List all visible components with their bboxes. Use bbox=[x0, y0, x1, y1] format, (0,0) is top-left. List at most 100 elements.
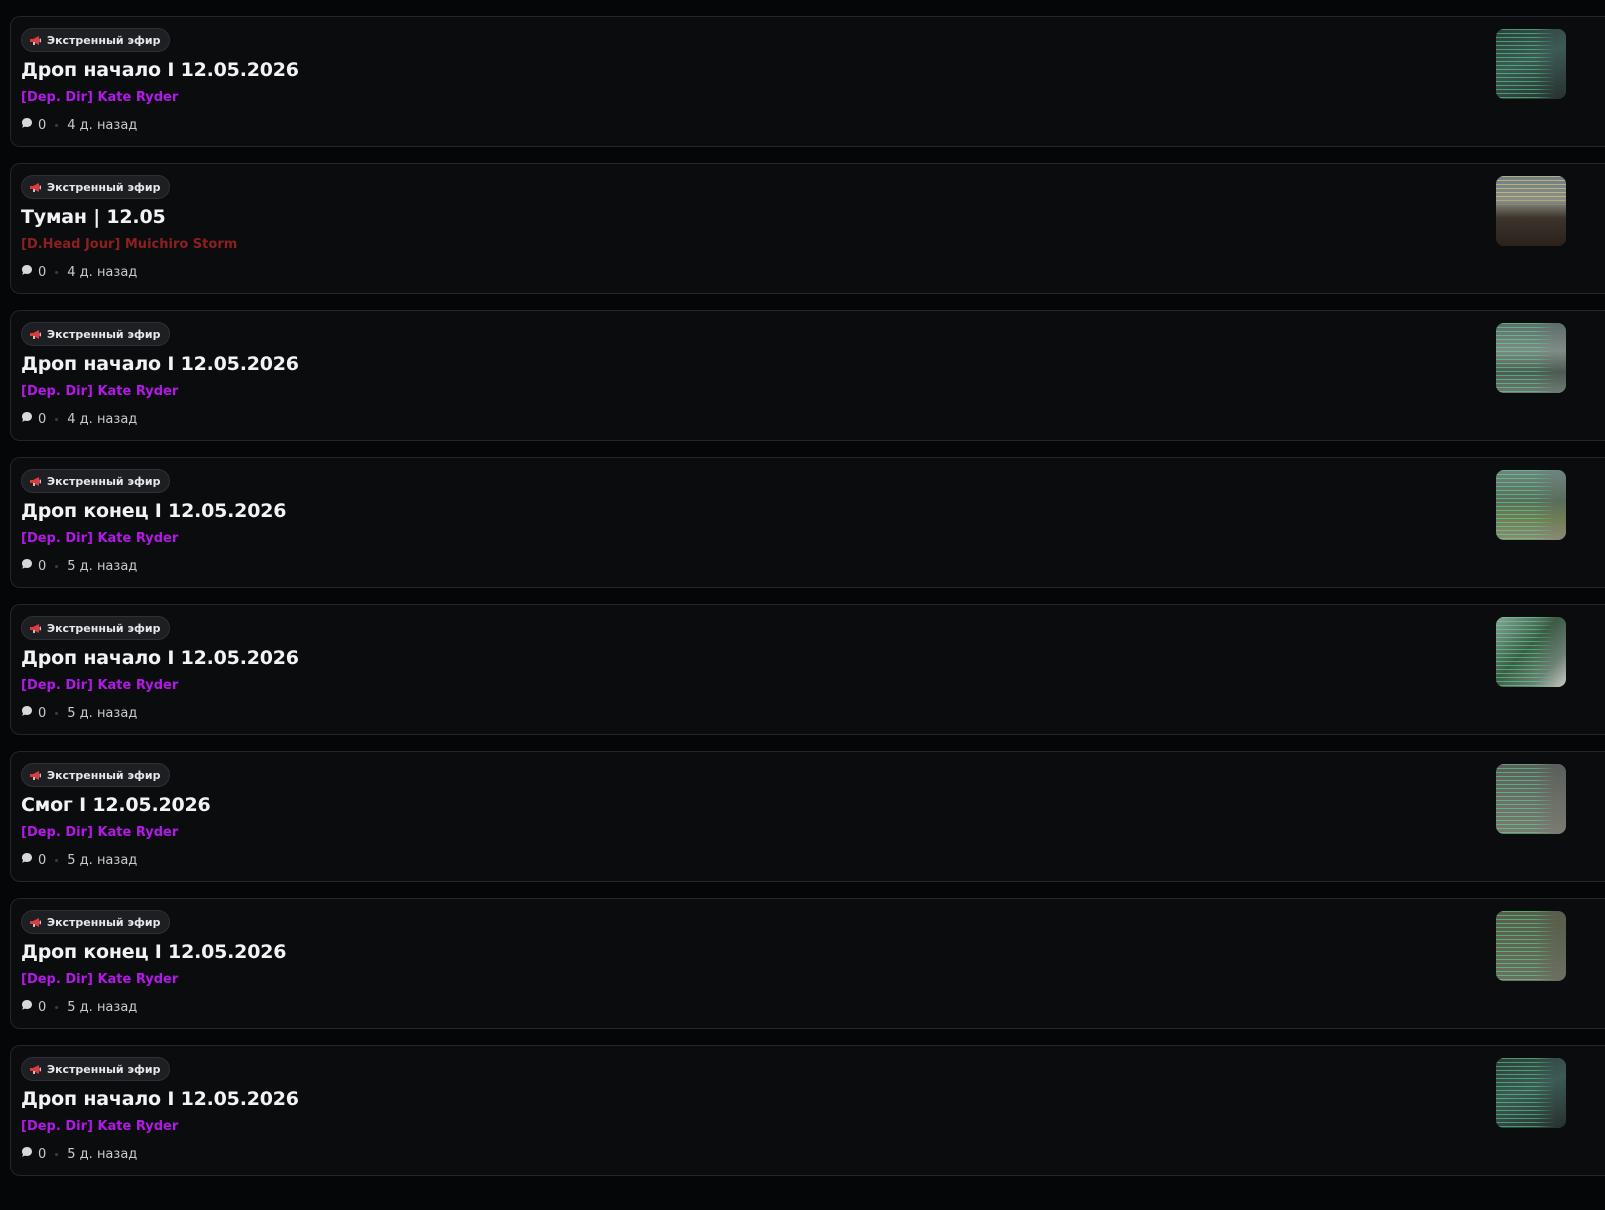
badge-label: Экстренный эфир bbox=[47, 33, 161, 47]
category-badge: Экстренный эфир bbox=[21, 175, 171, 199]
thumbnail-chat-overlay bbox=[1496, 764, 1566, 834]
post-meta: 0 4 д. назад bbox=[21, 264, 137, 280]
thumbnail-chat-overlay bbox=[1496, 911, 1566, 981]
post-meta: 0 5 д. назад bbox=[21, 1146, 137, 1162]
comment-bubble-icon bbox=[21, 558, 33, 574]
post-thumbnail[interactable] bbox=[1496, 176, 1566, 246]
post-card[interactable]: Экстренный эфир Смог I 12.05.2026 [Dep. … bbox=[10, 751, 1605, 882]
post-card[interactable]: Экстренный эфир Дроп начало I 12.05.2026… bbox=[10, 1045, 1605, 1176]
post-thumbnail[interactable] bbox=[1496, 29, 1566, 99]
comment-bubble-icon bbox=[21, 264, 33, 280]
comment-bubble-icon bbox=[21, 999, 33, 1015]
comment-bubble-icon bbox=[21, 1146, 33, 1162]
category-badge: Экстренный эфир bbox=[21, 910, 171, 934]
post-meta: 0 4 д. назад bbox=[21, 117, 137, 133]
megaphone-icon bbox=[29, 329, 42, 340]
category-badge: Экстренный эфир bbox=[21, 1057, 171, 1081]
megaphone-icon bbox=[29, 917, 42, 928]
post-author[interactable]: [Dep. Dir] Kate Ryder bbox=[21, 384, 178, 399]
megaphone-icon bbox=[29, 623, 42, 634]
thumbnail-chat-overlay bbox=[1496, 323, 1566, 393]
post-meta: 0 5 д. назад bbox=[21, 999, 137, 1015]
post-meta: 0 5 д. назад bbox=[21, 705, 137, 721]
comment-count: 0 bbox=[38, 1146, 47, 1162]
badge-label: Экстренный эфир bbox=[47, 1062, 161, 1076]
post-thumbnail[interactable] bbox=[1496, 617, 1566, 687]
category-badge: Экстренный эфир bbox=[21, 322, 171, 346]
post-time: 4 д. назад bbox=[67, 411, 138, 427]
post-title[interactable]: Дроп начало I 12.05.2026 bbox=[21, 353, 299, 375]
post-time: 5 д. назад bbox=[67, 558, 138, 574]
badge-label: Экстренный эфир bbox=[47, 327, 161, 341]
post-title[interactable]: Дроп начало I 12.05.2026 bbox=[21, 59, 299, 81]
meta-separator bbox=[55, 858, 59, 862]
post-title[interactable]: Дроп начало I 12.05.2026 bbox=[21, 1088, 299, 1110]
post-meta: 0 5 д. назад bbox=[21, 558, 137, 574]
badge-label: Экстренный эфир bbox=[47, 474, 161, 488]
post-author[interactable]: [Dep. Dir] Kate Ryder bbox=[21, 825, 178, 840]
post-thumbnail[interactable] bbox=[1496, 470, 1566, 540]
post-author[interactable]: [Dep. Dir] Kate Ryder bbox=[21, 972, 178, 987]
post-author[interactable]: [Dep. Dir] Kate Ryder bbox=[21, 531, 178, 546]
post-time: 4 д. назад bbox=[67, 117, 138, 133]
post-title[interactable]: Дроп конец I 12.05.2026 bbox=[21, 941, 286, 963]
category-badge: Экстренный эфир bbox=[21, 28, 171, 52]
category-badge: Экстренный эфир bbox=[21, 763, 171, 787]
post-thumbnail[interactable] bbox=[1496, 1058, 1566, 1128]
post-author[interactable]: [D.Head Jour] Muichiro Storm bbox=[21, 237, 237, 252]
megaphone-icon bbox=[29, 476, 42, 487]
badge-label: Экстренный эфир bbox=[47, 621, 161, 635]
post-title[interactable]: Туман | 12.05 bbox=[21, 206, 166, 228]
post-meta: 0 4 д. назад bbox=[21, 411, 137, 427]
comment-count: 0 bbox=[38, 264, 47, 280]
post-card[interactable]: Экстренный эфир Дроп конец I 12.05.2026 … bbox=[10, 898, 1605, 1029]
post-title[interactable]: Смог I 12.05.2026 bbox=[21, 794, 211, 816]
comment-count: 0 bbox=[38, 705, 47, 721]
category-badge: Экстренный эфир bbox=[21, 616, 171, 640]
badge-label: Экстренный эфир bbox=[47, 768, 161, 782]
post-time: 5 д. назад bbox=[67, 705, 138, 721]
post-card[interactable]: Экстренный эфир Дроп начало I 12.05.2026… bbox=[10, 604, 1605, 735]
comment-count: 0 bbox=[38, 411, 47, 427]
comment-bubble-icon bbox=[21, 852, 33, 868]
meta-separator bbox=[55, 1152, 59, 1156]
megaphone-icon bbox=[29, 182, 42, 193]
post-author[interactable]: [Dep. Dir] Kate Ryder bbox=[21, 1119, 178, 1134]
post-card[interactable]: Экстренный эфир Туман | 12.05 [D.Head Jo… bbox=[10, 163, 1605, 294]
badge-label: Экстренный эфир bbox=[47, 180, 161, 194]
thumbnail-chat-overlay bbox=[1496, 176, 1566, 246]
post-meta: 0 5 д. назад bbox=[21, 852, 137, 868]
comment-count: 0 bbox=[38, 999, 47, 1015]
post-thumbnail[interactable] bbox=[1496, 764, 1566, 834]
post-thumbnail[interactable] bbox=[1496, 323, 1566, 393]
post-card[interactable]: Экстренный эфир Дроп начало I 12.05.2026… bbox=[10, 310, 1605, 441]
post-card[interactable]: Экстренный эфир Дроп начало I 12.05.2026… bbox=[10, 16, 1605, 147]
meta-separator bbox=[55, 711, 59, 715]
post-author[interactable]: [Dep. Dir] Kate Ryder bbox=[21, 678, 178, 693]
comment-count: 0 bbox=[38, 117, 47, 133]
thumbnail-chat-overlay bbox=[1496, 29, 1566, 99]
meta-separator bbox=[55, 1005, 59, 1009]
meta-separator bbox=[55, 270, 59, 274]
post-time: 4 д. назад bbox=[67, 264, 138, 280]
comment-bubble-icon bbox=[21, 705, 33, 721]
meta-separator bbox=[55, 123, 59, 127]
megaphone-icon bbox=[29, 770, 42, 781]
comment-count: 0 bbox=[38, 852, 47, 868]
post-title[interactable]: Дроп конец I 12.05.2026 bbox=[21, 500, 286, 522]
post-time: 5 д. назад bbox=[67, 999, 138, 1015]
post-list: Экстренный эфир Дроп начало I 12.05.2026… bbox=[10, 16, 1605, 1176]
category-badge: Экстренный эфир bbox=[21, 469, 171, 493]
post-card[interactable]: Экстренный эфир Дроп конец I 12.05.2026 … bbox=[10, 457, 1605, 588]
post-thumbnail[interactable] bbox=[1496, 911, 1566, 981]
meta-separator bbox=[55, 417, 59, 421]
comment-bubble-icon bbox=[21, 411, 33, 427]
news-feed: Экстренный эфир Дроп начало I 12.05.2026… bbox=[10, 16, 1605, 1192]
megaphone-icon bbox=[29, 35, 42, 46]
post-time: 5 д. назад bbox=[67, 1146, 138, 1162]
meta-separator bbox=[55, 564, 59, 568]
post-title[interactable]: Дроп начало I 12.05.2026 bbox=[21, 647, 299, 669]
megaphone-icon bbox=[29, 1064, 42, 1075]
post-author[interactable]: [Dep. Dir] Kate Ryder bbox=[21, 90, 178, 105]
thumbnail-chat-overlay bbox=[1496, 470, 1566, 540]
